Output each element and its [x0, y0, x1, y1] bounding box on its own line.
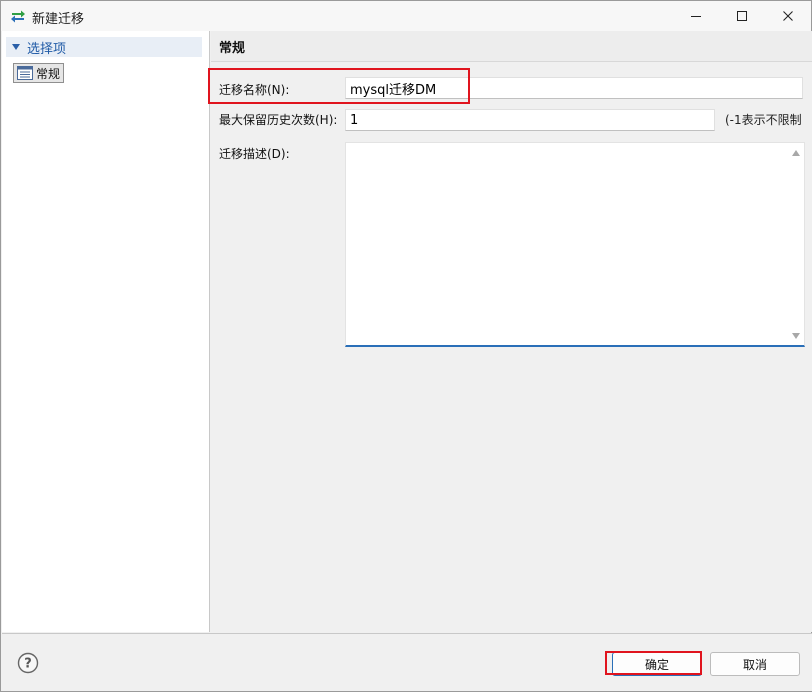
- scroll-down-icon[interactable]: [792, 333, 800, 339]
- close-icon: [783, 11, 793, 21]
- maximize-icon: [737, 11, 747, 21]
- migration-name-label: 迁移名称(N):: [219, 83, 290, 97]
- dialog-window: 新建迁移 选择项 常规 常规 迁移名称(N): mysql迁移DM 最大保留历史…: [0, 0, 812, 692]
- help-icon[interactable]: ?: [17, 652, 39, 674]
- maximize-button[interactable]: [719, 1, 765, 31]
- dialog-footer: ? 确定 取消: [2, 633, 812, 691]
- options-tree-pane: 选择项 常规: [2, 31, 210, 632]
- list-page-icon: [17, 66, 33, 80]
- svg-text:?: ?: [24, 657, 32, 672]
- cancel-button[interactable]: 取消: [710, 652, 800, 676]
- history-count-hint: (-1表示不限制: [725, 113, 802, 127]
- tree-group-options[interactable]: 选择项: [6, 37, 202, 57]
- tree-item-general[interactable]: 常规: [13, 63, 64, 83]
- tree-item-label: 常规: [36, 66, 61, 81]
- minimize-button[interactable]: [673, 1, 719, 31]
- migration-name-input[interactable]: mysql迁移DM: [345, 77, 803, 99]
- history-count-label: 最大保留历史次数(H):: [219, 113, 338, 127]
- window-title: 新建迁移: [32, 12, 85, 27]
- general-settings-pane: 常规 迁移名称(N): mysql迁移DM 最大保留历史次数(H): 1 (-1…: [211, 31, 812, 632]
- description-label: 迁移描述(D):: [219, 147, 290, 161]
- ok-button[interactable]: 确定: [612, 652, 702, 676]
- history-count-input[interactable]: 1: [345, 109, 715, 131]
- expand-triangle-icon[interactable]: [12, 44, 20, 50]
- description-textarea[interactable]: [345, 142, 805, 347]
- section-title: 常规: [211, 31, 812, 62]
- tree-group-label: 选择项: [27, 41, 67, 57]
- scroll-up-icon[interactable]: [792, 150, 800, 156]
- minimize-icon: [691, 16, 701, 17]
- close-button[interactable]: [765, 1, 811, 31]
- title-bar[interactable]: 新建迁移: [1, 1, 811, 31]
- migration-arrows-icon: [11, 10, 25, 23]
